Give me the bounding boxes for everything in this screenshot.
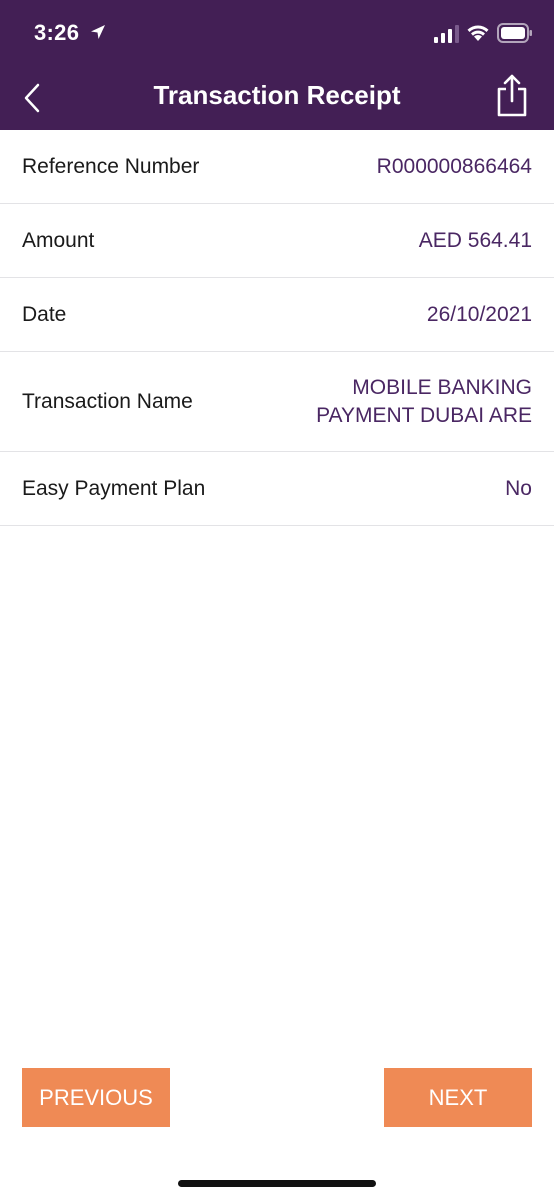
navigation-bar: Transaction Receipt	[0, 64, 554, 130]
receipt-details: Reference Number R000000866464 Amount AE…	[0, 130, 554, 526]
app-header: 3:26 Transaction Receipt	[0, 0, 554, 130]
next-button[interactable]: NEXT	[384, 1068, 532, 1127]
detail-label: Easy Payment Plan	[22, 476, 206, 500]
status-bar: 3:26	[0, 0, 554, 64]
detail-row-date: Date 26/10/2021	[0, 278, 554, 352]
detail-value: No	[505, 476, 532, 500]
location-arrow-icon	[91, 25, 105, 39]
detail-label: Amount	[22, 228, 95, 252]
detail-value: 26/10/2021	[426, 302, 532, 326]
detail-row-transaction-name: Transaction Name MOBILE BANKING PAYMENT …	[0, 352, 554, 452]
detail-label: Date	[22, 302, 67, 326]
detail-row-amount: Amount AED 564.41	[0, 204, 554, 278]
page-title: Transaction Receipt	[153, 80, 401, 110]
wifi-icon	[467, 25, 489, 41]
chevron-left-icon	[24, 83, 40, 113]
share-icon	[497, 74, 527, 117]
back-button[interactable]	[14, 78, 50, 118]
detail-row-reference-number: Reference Number R000000866464	[0, 130, 554, 204]
detail-row-easy-payment-plan: Easy Payment Plan No	[0, 452, 554, 526]
detail-value: AED 564.41	[418, 228, 532, 252]
signal-icon	[434, 25, 459, 43]
battery-icon	[497, 23, 532, 43]
home-indicator	[178, 1180, 376, 1187]
share-button[interactable]	[490, 70, 534, 120]
status-time: 3:26	[34, 20, 80, 45]
previous-button[interactable]: PREVIOUS	[22, 1068, 170, 1127]
detail-value: MOBILE BANKING PAYMENT DUBAI ARE	[316, 375, 532, 427]
detail-label: Transaction Name	[22, 389, 193, 413]
detail-label: Reference Number	[22, 154, 200, 178]
detail-value: R000000866464	[376, 154, 532, 178]
